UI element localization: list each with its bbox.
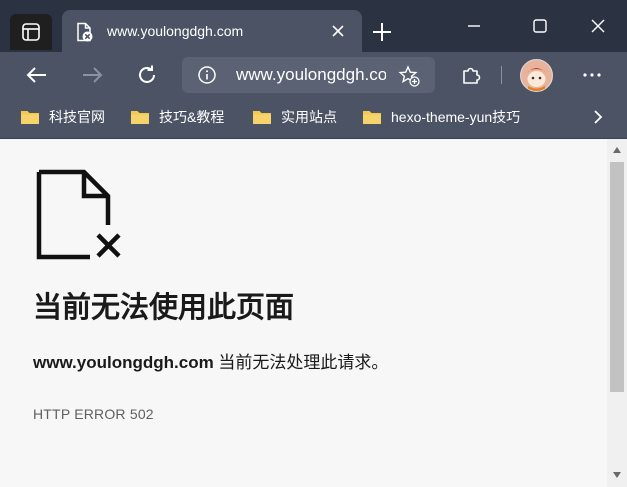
- favorite-folder-hexo[interactable]: hexo-theme-yun技巧: [362, 106, 520, 128]
- toolbar-separator: [501, 66, 502, 84]
- info-icon[interactable]: [198, 66, 216, 84]
- back-button[interactable]: [22, 60, 52, 90]
- favorite-folder-tips[interactable]: 技巧&教程: [130, 106, 224, 128]
- page-title: 当前无法使用此页面: [33, 292, 295, 324]
- add-favorite-icon[interactable]: [398, 65, 420, 87]
- folder-icon: [363, 111, 381, 124]
- favorite-folder-sites[interactable]: 实用站点: [252, 106, 337, 128]
- tab-title: www.youlongdgh.com: [107, 23, 244, 39]
- address-bar[interactable]: www.youlongdgh.com: [182, 57, 435, 93]
- folder-icon: [21, 111, 39, 124]
- folder-icon: [253, 111, 271, 124]
- tab-actions-icon: [22, 23, 40, 41]
- error-host: www.youlongdgh.com: [33, 353, 214, 372]
- error-message: 当前无法处理此请求。: [213, 353, 389, 372]
- error-description: www.youlongdgh.com 当前无法处理此请求。: [33, 352, 388, 374]
- back-arrow-icon: [26, 67, 46, 83]
- chevron-right-icon: [594, 110, 603, 124]
- new-tab-icon[interactable]: [370, 20, 394, 44]
- forward-arrow-icon: [83, 67, 103, 83]
- puzzle-icon: [463, 67, 481, 84]
- forward-button[interactable]: [77, 60, 107, 90]
- favorites-bar: 科技官网 技巧&教程 实用站点 hexo-theme-yun技巧: [0, 98, 627, 139]
- error-code: HTTP ERROR 502: [33, 406, 154, 422]
- address-url[interactable]: www.youlongdgh.com: [236, 65, 386, 85]
- refresh-icon: [139, 65, 155, 83]
- settings-more-button[interactable]: [577, 60, 607, 90]
- toolbar: www.youlongdgh.com: [0, 52, 627, 98]
- close-icon: [591, 19, 605, 33]
- favorite-label: 技巧&教程: [159, 109, 225, 125]
- more-dots-icon: [583, 73, 601, 77]
- error-page-icon: [77, 22, 93, 42]
- close-tab-icon[interactable]: [330, 23, 346, 39]
- scrollbar-thumb[interactable]: [610, 162, 624, 392]
- close-window-button[interactable]: [578, 10, 618, 42]
- folder-icon: [131, 111, 149, 124]
- scroll-up-icon[interactable]: [612, 146, 622, 154]
- profile-avatar[interactable]: [520, 59, 553, 92]
- extensions-button[interactable]: [456, 60, 486, 90]
- profile-avatar-icon: [521, 60, 552, 91]
- broken-page-icon: [36, 169, 121, 260]
- vertical-scrollbar[interactable]: [607, 139, 627, 487]
- favorite-folder-tech[interactable]: 科技官网: [20, 106, 105, 128]
- active-tab[interactable]: www.youlongdgh.com: [62, 10, 362, 52]
- favorite-label: 科技官网: [49, 109, 105, 125]
- maximize-button[interactable]: [520, 10, 560, 42]
- maximize-icon: [533, 19, 547, 33]
- minimize-icon: [468, 25, 480, 27]
- scroll-down-icon[interactable]: [612, 471, 622, 479]
- favorites-overflow-button[interactable]: [588, 106, 608, 128]
- favorite-label: 实用站点: [281, 109, 337, 125]
- favorite-label: hexo-theme-yun技巧: [391, 109, 521, 125]
- minimize-button[interactable]: [454, 10, 494, 42]
- tab-actions-button[interactable]: [10, 14, 52, 50]
- refresh-button[interactable]: [132, 60, 162, 90]
- title-bar: www.youlongdgh.com: [0, 0, 627, 52]
- page-content: 当前无法使用此页面 www.youlongdgh.com 当前无法处理此请求。 …: [0, 139, 607, 487]
